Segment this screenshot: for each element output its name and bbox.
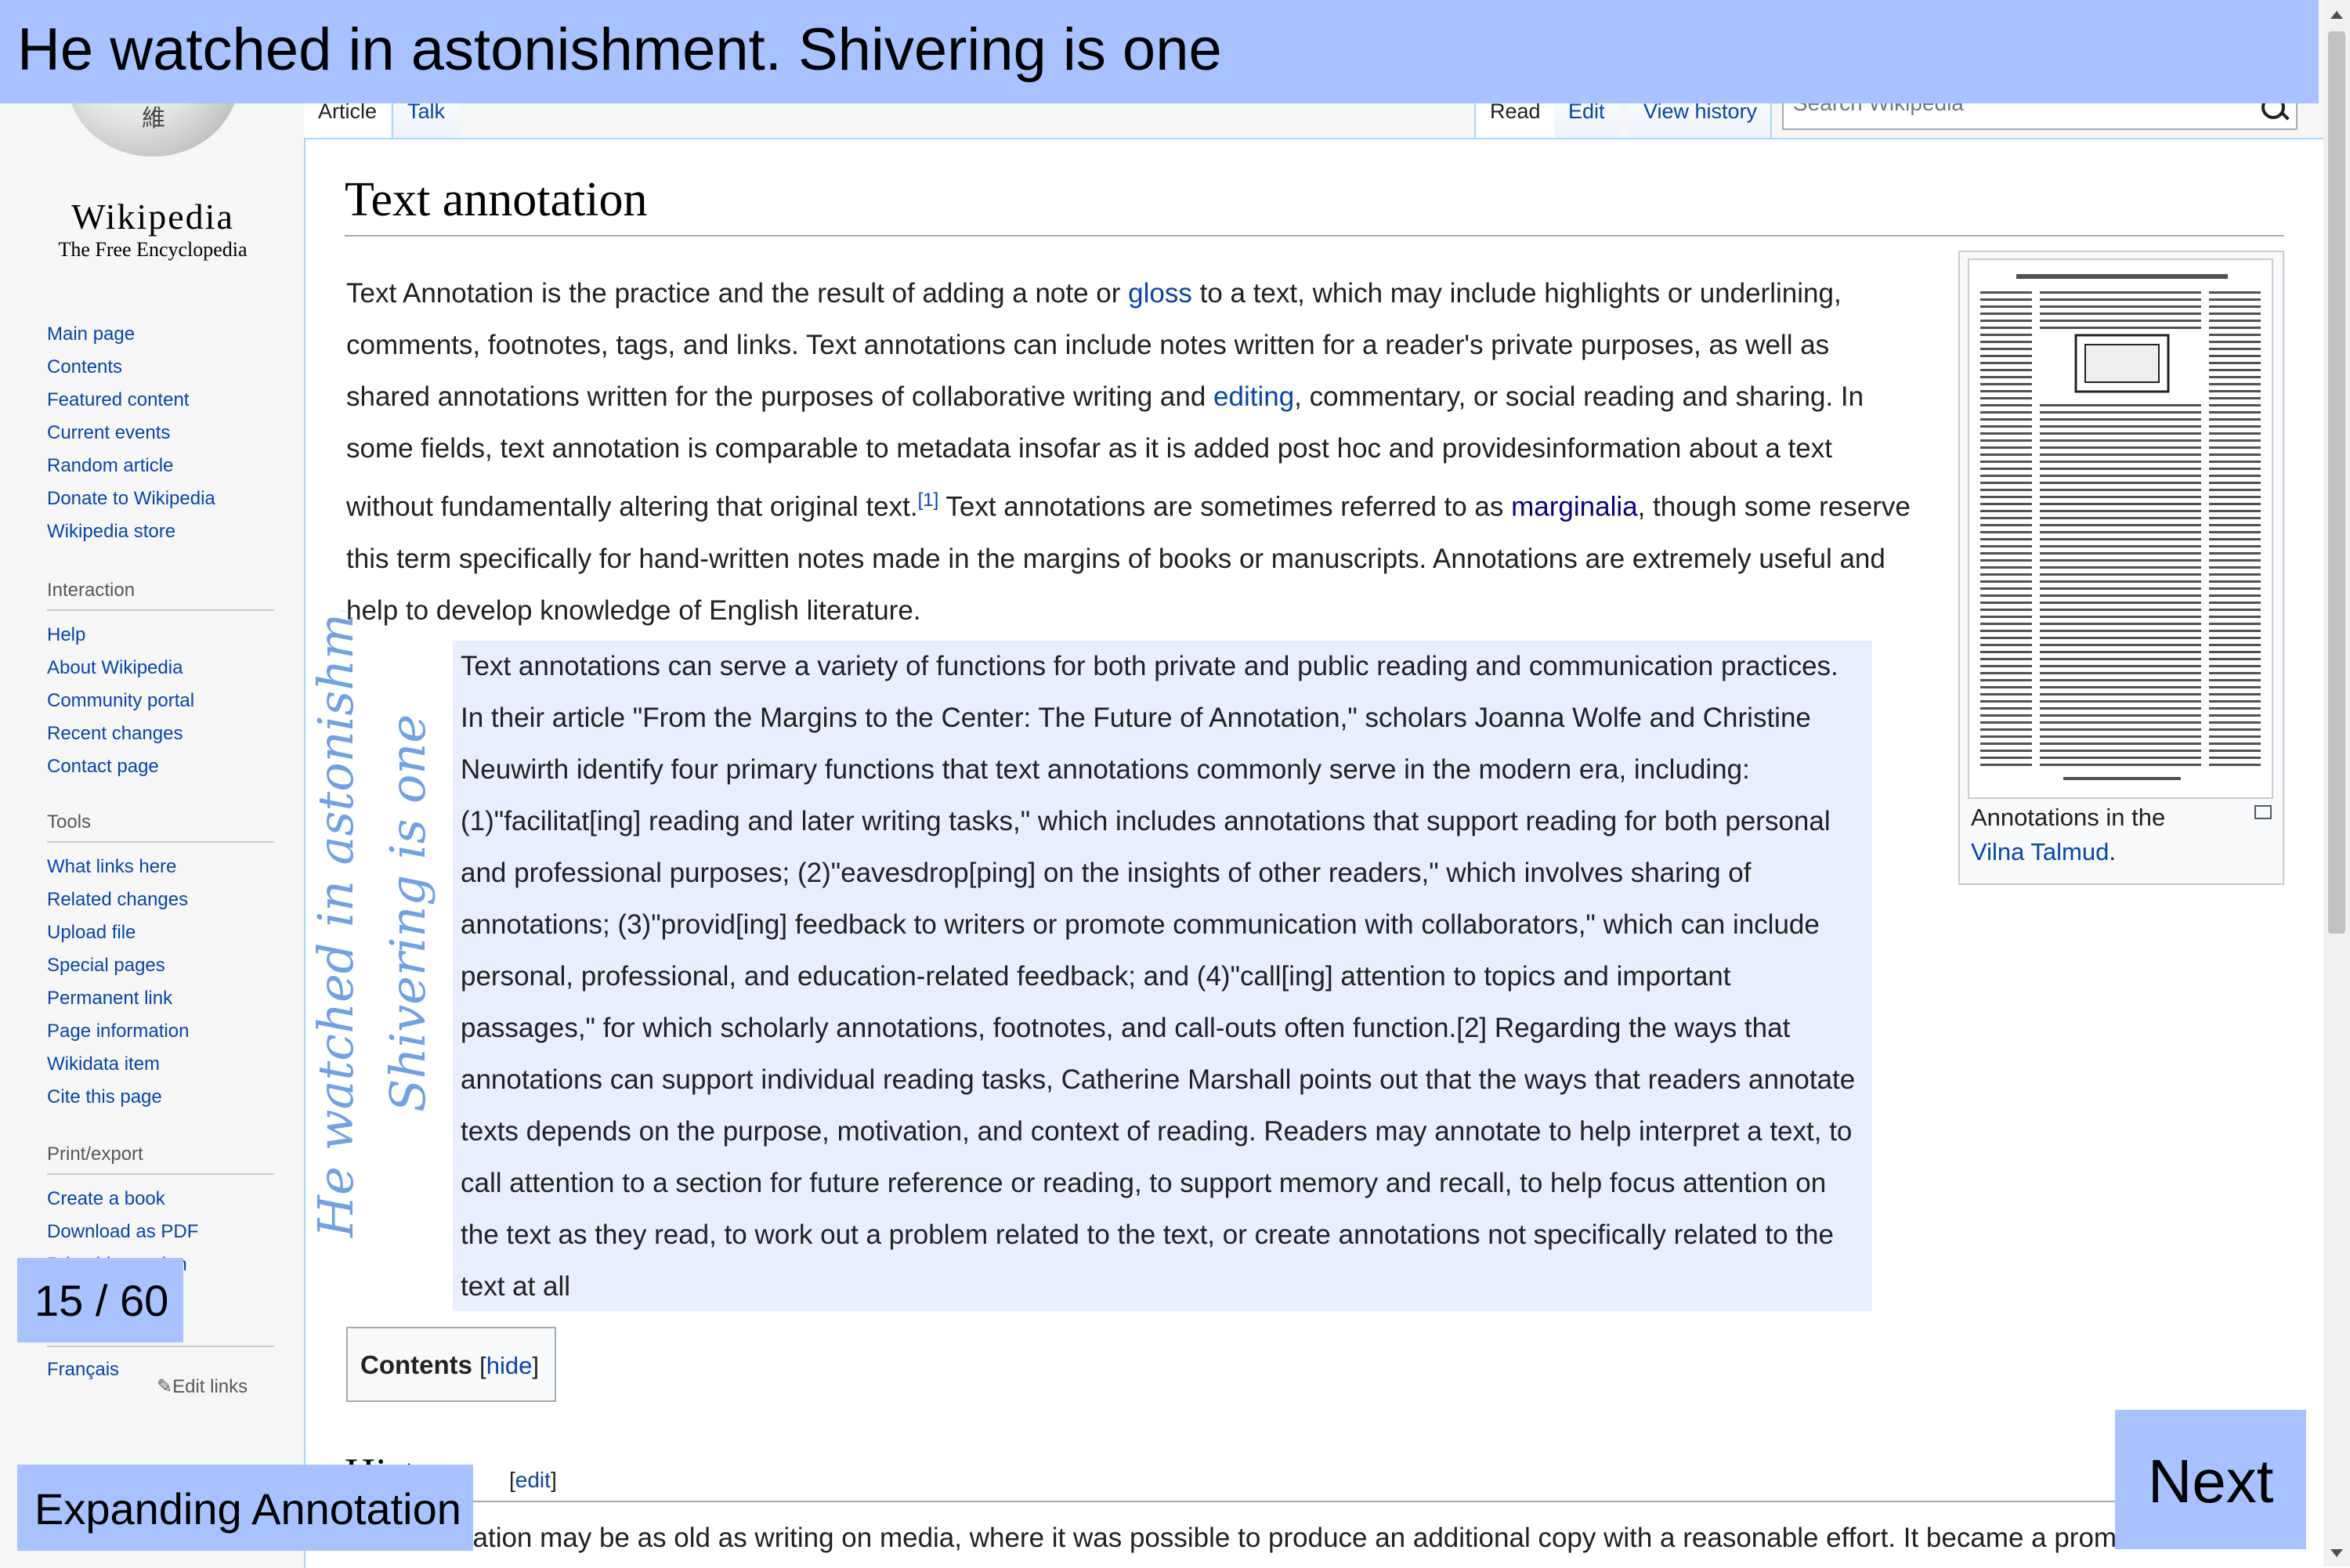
section-divider — [345, 1501, 2284, 1502]
pencil-icon: ✎ — [157, 1376, 173, 1397]
section-edit-link[interactable]: edit — [515, 1468, 551, 1492]
progress-counter: 15 / 60 — [17, 1258, 183, 1342]
intro-paragraph: Text Annotation is the practice and the … — [346, 268, 1913, 637]
scroll-down-arrow-icon[interactable] — [2330, 1549, 2343, 1557]
sidebar-item-create-book[interactable]: Create a book — [47, 1183, 274, 1216]
wordmark: Wikipedia — [71, 197, 234, 237]
link-vilna-talmud[interactable]: Vilna Talmud — [1971, 838, 2109, 865]
mode-label: Expanding Annotation — [17, 1465, 473, 1551]
sidebar-item-what-links-here[interactable]: What links here — [47, 851, 274, 883]
image-thumbnail: Annotations in the Vilna Talmud. — [1958, 251, 2284, 885]
sidebar-item-donate[interactable]: Donate to Wikipedia — [47, 482, 274, 515]
talmud-page-illustration — [1974, 265, 2267, 793]
next-button[interactable]: Next — [2115, 1410, 2306, 1549]
sidebar-item-wikidata-item[interactable]: Wikidata item — [47, 1048, 274, 1081]
intro-text: Text annotations are sometimes referred … — [938, 491, 1512, 522]
sidebar-item-community-portal[interactable]: Community portal — [47, 685, 274, 717]
scroll-up-arrow-icon[interactable] — [2330, 11, 2343, 19]
mode-label-text: Expanding Annotation — [34, 1484, 461, 1534]
sidebar-item-help[interactable]: Help — [47, 619, 274, 652]
sidebar-item-cite-this-page[interactable]: Cite this page — [47, 1081, 274, 1114]
table-of-contents: Contents [hide] — [346, 1327, 556, 1402]
transcription-banner: He watched in astonishment. Shivering is… — [0, 0, 2319, 103]
sidebar-item-page-information[interactable]: Page information — [47, 1015, 274, 1048]
next-button-label: Next — [2148, 1447, 2274, 1516]
sidebar-tools: Tools What links here Related changes Up… — [47, 804, 274, 1114]
sidebar-main-nav: Main page Contents Featured content Curr… — [47, 318, 274, 548]
sidebar-item-featured-content[interactable]: Featured content — [47, 384, 274, 417]
transcription-text: He watched in astonishment. Shivering is… — [17, 16, 1222, 83]
sidebar-heading-print: Print/export — [47, 1136, 274, 1175]
handwritten-annotation: He watched in astonishment Shivering is … — [307, 611, 436, 1238]
scrollbar[interactable] — [2323, 0, 2350, 1566]
sidebar-item-random-article[interactable]: Random article — [47, 450, 274, 482]
counter-label: 15 / 60 — [34, 1276, 169, 1325]
history-paragraph: Text annotation may be as old as writing… — [346, 1523, 2176, 1553]
sidebar-item-related-changes[interactable]: Related changes — [47, 883, 274, 916]
caption-text: Annotations in the — [1971, 804, 2166, 831]
toc-title-label: Contents — [360, 1350, 472, 1379]
handwriting-line-2: Shivering is one — [379, 714, 436, 1112]
handwriting-line-1: He watched in astonishment — [307, 611, 364, 1238]
sidebar-item-upload-file[interactable]: Upload file — [47, 916, 274, 949]
caption-text: . — [2109, 838, 2116, 865]
sidebar-item-permanent-link[interactable]: Permanent link — [47, 982, 274, 1015]
magnify-icon[interactable] — [2254, 805, 2272, 819]
section-edit: [edit] — [509, 1468, 557, 1492]
sidebar-item-download-pdf[interactable]: Download as PDF — [47, 1216, 274, 1248]
sidebar-item-recent-changes[interactable]: Recent changes — [47, 717, 274, 750]
sidebar-item-main-page[interactable]: Main page — [47, 318, 274, 351]
sidebar-heading-tools: Tools — [47, 804, 274, 843]
sidebar-item-contents[interactable]: Contents — [47, 351, 274, 384]
edit-links[interactable]: ✎Edit links — [157, 1375, 248, 1398]
link-editing[interactable]: editing — [1213, 381, 1294, 412]
talmud-page-image[interactable] — [1968, 258, 2273, 799]
toc-toggle: [hide] — [479, 1352, 540, 1379]
link-marginalia[interactable]: marginalia — [1511, 492, 1637, 522]
reference-1[interactable]: [1] — [918, 490, 939, 511]
toc-hide-link[interactable]: hide — [486, 1352, 533, 1379]
sidebar-item-current-events[interactable]: Current events — [47, 417, 274, 450]
sidebar-item-contact[interactable]: Contact page — [47, 750, 274, 783]
toc-title: Contents [hide] — [360, 1350, 539, 1380]
link-gloss[interactable]: gloss — [1128, 278, 1192, 309]
edit-links-label: Edit links — [172, 1376, 248, 1397]
thumbnail-caption: Annotations in the Vilna Talmud. — [1971, 800, 2222, 869]
sidebar-interaction: Interaction Help About Wikipedia Communi… — [47, 572, 274, 783]
expanded-annotation-quote: Text annotations can serve a variety of … — [453, 641, 1872, 1311]
sidebar-item-store[interactable]: Wikipedia store — [47, 515, 274, 548]
intro-text: Text Annotation is the practice and the … — [346, 278, 1129, 309]
sidebar-heading-interaction: Interaction — [47, 572, 274, 611]
scrollbar-thumb[interactable] — [2328, 31, 2345, 934]
sidebar-item-special-pages[interactable]: Special pages — [47, 949, 274, 982]
sidebar-item-about[interactable]: About Wikipedia — [47, 652, 274, 685]
page-title: Text annotation — [345, 173, 648, 226]
tagline: The Free Encyclopedia — [58, 238, 248, 261]
title-divider — [345, 235, 2284, 237]
